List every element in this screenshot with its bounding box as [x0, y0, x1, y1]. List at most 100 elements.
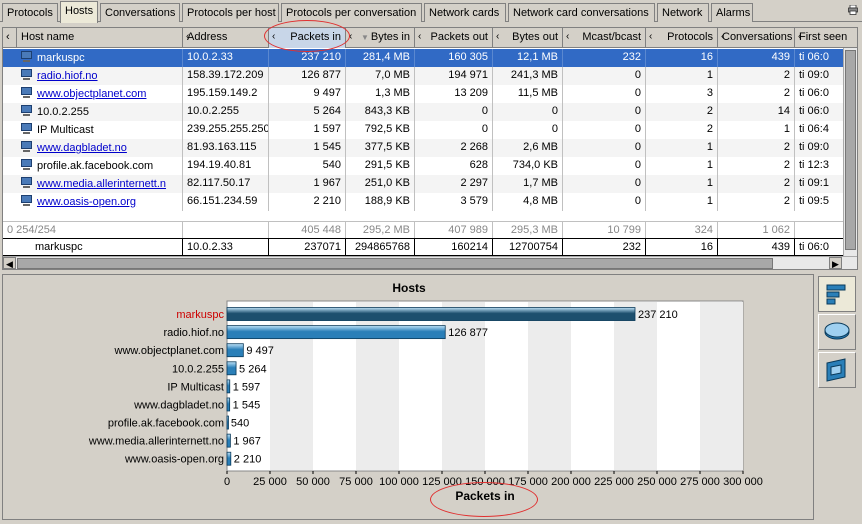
table-row[interactable]: www.dagbladet.no 81.93.163.115 1 545 377,5 … [3, 139, 857, 157]
summary-cell: 1 062 [718, 222, 795, 239]
cell-packets-out: 13 209 [415, 85, 493, 103]
column-header-packets-out[interactable]: ‹ Packets out [415, 28, 493, 48]
bar-value-label: 2 210 [234, 454, 262, 466]
cell-protocols: 1 [646, 67, 718, 85]
computer-icon [20, 105, 33, 117]
table-row[interactable]: markuspc 10.0.2.33 237 210 281,4 MB 160 305 1… [3, 49, 857, 67]
cell-host: markuspc [17, 49, 183, 67]
vertical-scroll-thumb[interactable] [845, 50, 856, 250]
category-label: www.media.allerinternett.no [88, 436, 224, 448]
cell-protocols: 1 [646, 139, 718, 157]
pie-chart-button[interactable] [818, 314, 856, 350]
summary-cell: 0 254/254 [3, 222, 183, 239]
host-link[interactable]: www.objectplanet.com [37, 88, 146, 100]
grid-band [528, 302, 571, 470]
table-row[interactable]: www.oasis-open.org 66.151.234.59 2 210 188,… [3, 193, 857, 211]
cell-mcast: 0 [563, 103, 646, 121]
cell-protocols: 2 [646, 121, 718, 139]
summary-cell: 405 448 [269, 222, 346, 239]
column-scroll-left-icon[interactable]: ‹ [3, 28, 17, 48]
column-header-conversations[interactable]: ‹ Conversations [718, 28, 795, 48]
tab-network-card-conversations[interactable]: Network card conversations [508, 3, 655, 22]
detail-cell-bytes-out: 12700754 [493, 239, 563, 257]
cell-packets-in: 9 497 [269, 85, 346, 103]
tab-network[interactable]: Network [657, 3, 709, 22]
cell-packets-out: 2 268 [415, 139, 493, 157]
detail-cell-address: 10.0.2.33 [183, 239, 269, 257]
host-link[interactable]: radio.hiof.no [37, 70, 98, 82]
column-header-mcast-bcast[interactable]: ‹ Mcast/bcast [563, 28, 646, 48]
hosts-table[interactable]: ‹ Host name ‹ Address ‹ Packets in ‹ ▼ Bytes in ‹… [2, 27, 858, 270]
column-header-first-seen[interactable]: ‹ First seen [795, 28, 857, 48]
bar [226, 397, 231, 412]
horizontal-scrollbar[interactable]: ◀ ▶ [3, 256, 857, 269]
table-row[interactable]: profile.ak.facebook.com 194.19.40.81 540 29… [3, 157, 857, 175]
cell-packets-out: 0 [415, 103, 493, 121]
table-row[interactable]: radio.hiof.no 158.39.172.209 126 877 7,0 MB… [3, 67, 857, 85]
column-move-icon: ‹ [186, 31, 190, 42]
column-header-label: Host name [21, 31, 75, 43]
host-link[interactable]: www.media.allerinternett.n [37, 178, 166, 190]
bar [226, 415, 229, 430]
tab-network-cards[interactable]: Network cards [424, 3, 506, 22]
computer-icon [20, 177, 33, 189]
vertical-scrollbar[interactable] [843, 48, 857, 256]
bar-value-label: 237 210 [638, 309, 678, 321]
x-tick-label: 100 000 [379, 476, 419, 488]
bar-chart-button[interactable] [818, 276, 856, 312]
cell-packets-out: 2 297 [415, 175, 493, 193]
host-name: IP Multicast [37, 124, 94, 136]
detail-cell-host: markuspc [3, 239, 183, 257]
cell-protocols: 16 [646, 49, 718, 67]
cell-bytes-out: 241,3 MB [493, 67, 563, 85]
table-row[interactable]: www.objectplanet.com 195.159.149.2 9 497 1,… [3, 85, 857, 103]
cell-address: 194.19.40.81 [183, 157, 269, 175]
print-icon[interactable] [848, 5, 858, 15]
column-move-icon: ‹ [496, 31, 500, 42]
column-header-label: Bytes in [370, 31, 410, 43]
bar-value-label: 5 264 [239, 363, 267, 375]
column-header-packets-in[interactable]: ‹ Packets in [269, 28, 346, 48]
column-header-label: Mcast/bcast [582, 31, 641, 43]
cell-host: www.oasis-open.org [17, 193, 183, 211]
column-header-bytes-out[interactable]: ‹ Bytes out [493, 28, 563, 48]
scroll-right-button[interactable]: ▶ [829, 257, 842, 269]
cell-conversations: 2 [718, 193, 795, 211]
cell-conversations: 2 [718, 157, 795, 175]
tab-alarms[interactable]: Alarms [711, 3, 753, 22]
column-header-address[interactable]: ‹ Address [183, 28, 269, 48]
tab-protocols[interactable]: Protocols [2, 3, 58, 22]
summary-cell: 10 799 [563, 222, 646, 239]
host-link[interactable]: www.oasis-open.org [37, 196, 136, 208]
column-move-icon: ‹ [349, 31, 353, 42]
cell-packets-in: 5 264 [269, 103, 346, 121]
column-header-protocols[interactable]: ‹ Protocols [646, 28, 718, 48]
cell-mcast: 0 [563, 85, 646, 103]
column-header-host-name[interactable]: Host name [17, 28, 183, 48]
computer-icon [20, 195, 33, 207]
computer-icon [20, 51, 33, 63]
tab-protocols-per-conversation[interactable]: Protocols per conversation [281, 3, 422, 22]
summary-cell [183, 222, 269, 239]
column-header-bytes-in[interactable]: ‹ ▼ Bytes in [346, 28, 415, 48]
bar [226, 433, 231, 448]
table-row[interactable]: www.media.allerinternett.n 82.117.50.17 1 … [3, 175, 857, 193]
cell-bytes-in: 792,5 KB [346, 121, 415, 139]
table-row[interactable]: IP Multicast 239.255.255.250 1 597 792,5 KB… [3, 121, 857, 139]
detail-cell-mcast: 232 [563, 239, 646, 257]
tab-conversations[interactable]: Conversations [100, 3, 180, 22]
selected-detail-row: markuspc 10.0.2.33 237071 294865768 160214 12… [3, 238, 857, 257]
column-header-label: Address [187, 31, 228, 43]
tab-hosts[interactable]: Hosts [60, 1, 98, 23]
tab-protocols-per-host[interactable]: Protocols per host [182, 3, 279, 22]
detail-cell-bytes-in: 294865768 [346, 239, 415, 257]
category-label: 10.0.2.255 [172, 363, 224, 375]
scroll-left-button[interactable]: ◀ [3, 257, 16, 269]
3d-chart-button[interactable] [818, 352, 856, 388]
host-link[interactable]: www.dagbladet.no [37, 142, 127, 154]
horizontal-scroll-thumb[interactable] [17, 258, 773, 269]
bar [226, 343, 244, 358]
table-row[interactable]: 10.0.2.255 10.0.2.255 5 264 843,3 KB 0 0 0 2 14 t… [3, 103, 857, 121]
category-label: IP Multicast [167, 381, 224, 393]
computer-icon [20, 87, 33, 99]
